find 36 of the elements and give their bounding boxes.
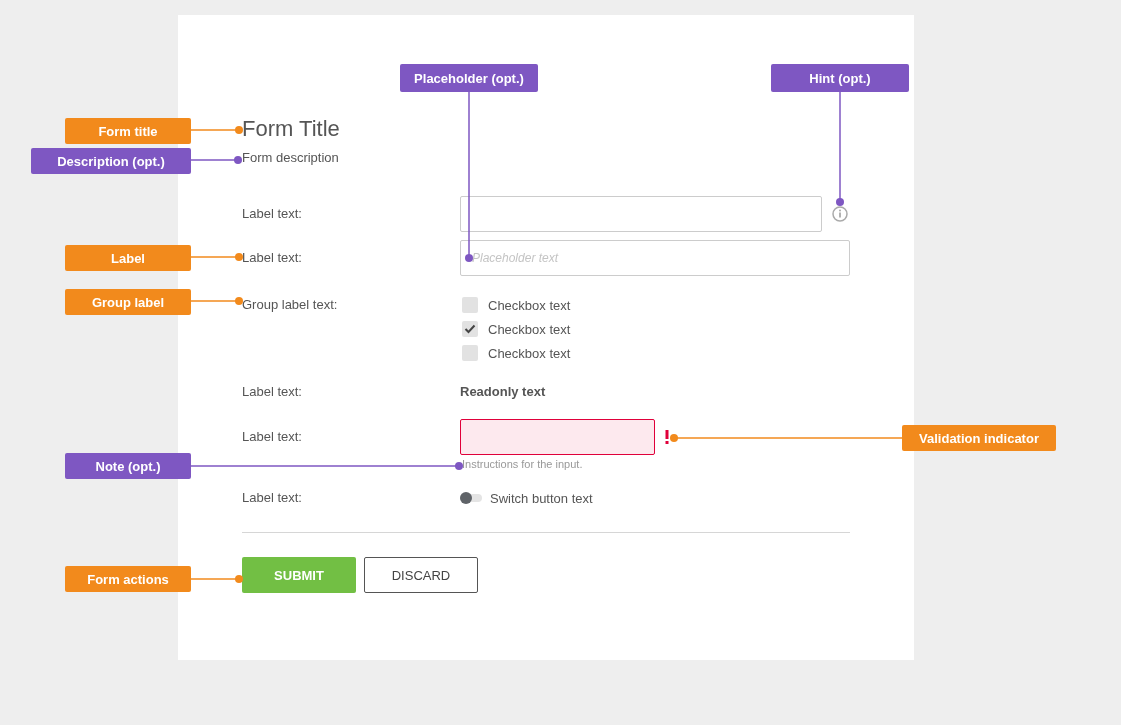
input-field[interactable] [460,419,655,455]
field-label: Label text: [242,249,302,267]
exclamation-icon [665,430,669,444]
leader-line [190,297,243,305]
leader-line [190,253,243,261]
callout-tag: Group label [65,289,191,315]
form-description: Form description [242,149,340,167]
leader-line [190,126,243,134]
callout-tag: Validation indicator [902,425,1056,451]
checkbox-label: Checkbox text [488,345,571,361]
checkbox[interactable] [462,321,478,337]
discard-button[interactable]: DISCARD [364,557,478,593]
input-note: Instructions for the input. [461,457,584,471]
checkbox[interactable] [462,297,478,313]
field-label: Label text: [242,383,302,401]
form-title: Form Title [242,115,341,143]
group-label: Group label text: [242,296,338,314]
field-label: Label text: [242,489,302,507]
callout-tag: Form title [65,118,191,144]
callout-tag: Placeholder (opt.) [400,64,538,92]
callout-tag: Form actions [65,566,191,592]
info-icon[interactable] [832,206,848,222]
callout-tag: Note (opt.) [65,453,191,479]
callout-tag: Hint (opt.) [771,64,909,92]
checkbox[interactable] [462,345,478,361]
checkbox-label: Checkbox text [488,321,571,337]
switch-label: Switch button text [490,490,593,506]
toggle-switch[interactable] [460,494,482,502]
checkbox-label: Checkbox text [488,297,571,313]
callout-tag: Description (opt.) [31,148,191,174]
field-label: Label text: [242,205,302,223]
leader-line [190,575,243,583]
field-label: Label text: [242,428,302,446]
readonly-text: Readonly text [460,383,546,401]
leader-line [190,156,242,164]
callout-tag: Label [65,245,191,271]
